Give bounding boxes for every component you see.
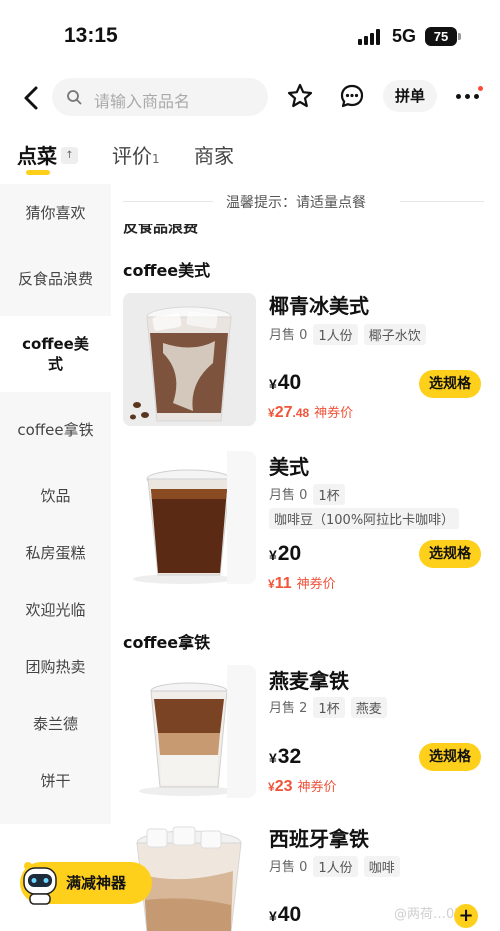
- sidebar-item-welcome[interactable]: 欢迎光临: [0, 582, 111, 638]
- network-type: 5G: [392, 26, 417, 46]
- sidebar-item-guess[interactable]: 猜你喜欢: [0, 184, 111, 242]
- battery-icon: 75: [425, 27, 457, 46]
- sold-count: 月售 0: [269, 488, 308, 503]
- product-tag: 1人份: [313, 856, 358, 877]
- product-tag: 椰子水饮: [363, 324, 426, 345]
- status-bar: 13:15 5G 75: [0, 0, 500, 70]
- back-icon[interactable]: [20, 84, 44, 112]
- sold-count: 月售 0: [269, 328, 308, 343]
- robot-icon: [23, 862, 57, 905]
- notice-text: 温馨提示：请适量点餐: [226, 195, 366, 211]
- sidebar-item-drinks[interactable]: 饮品: [0, 468, 111, 524]
- add-to-cart-button[interactable]: +: [454, 904, 478, 928]
- group-order-button[interactable]: 拼单: [383, 80, 437, 112]
- product-meta: 月售 2 1杯 燕麦: [269, 697, 387, 718]
- category-heading: coffee美式: [123, 261, 211, 280]
- divider: [123, 201, 213, 202]
- promo-price: ¥23 神券价: [268, 778, 337, 795]
- search-input[interactable]: 请输入商品名: [52, 78, 268, 116]
- promo-price: ¥11 神券价: [268, 575, 336, 592]
- sidebar-item-tyrande[interactable]: 泰兰德: [0, 696, 111, 752]
- select-spec-button[interactable]: 选规格: [419, 540, 481, 568]
- sold-count: 月售 2: [269, 701, 308, 716]
- more-icon[interactable]: [456, 86, 484, 106]
- product-tag: 咖啡: [363, 856, 400, 877]
- sidebar-item-cakes[interactable]: 私房蛋糕: [0, 524, 111, 582]
- sidebar-item-group-buy[interactable]: 团购热卖: [0, 638, 111, 696]
- product-image[interactable]: [123, 665, 256, 798]
- product-tag: 咖啡豆（100%阿拉比卡咖啡）: [269, 508, 460, 529]
- product-tag: 1杯: [313, 697, 345, 718]
- status-time: 13:15: [64, 24, 118, 47]
- product-price: ¥40: [269, 903, 302, 926]
- product-image[interactable]: [123, 293, 256, 426]
- select-spec-button[interactable]: 选规格: [419, 743, 481, 771]
- tab-reviews[interactable]: 评价1: [112, 140, 160, 169]
- product-price: ¥32: [269, 745, 302, 768]
- chat-icon[interactable]: [338, 82, 366, 110]
- product-image[interactable]: [123, 451, 256, 584]
- promo-price: ¥27.48 神券价: [268, 404, 354, 421]
- sold-count: 月售 0: [269, 860, 308, 875]
- tab-reviews-label: 评价: [112, 144, 152, 168]
- tab-underline: [26, 170, 50, 175]
- select-spec-button[interactable]: 选规格: [419, 370, 481, 398]
- product-name[interactable]: 椰青冰美式: [269, 290, 369, 319]
- search-placeholder: 请输入商品名: [94, 92, 191, 111]
- tab-reviews-count: 1: [152, 152, 160, 166]
- category-heading: coffee拿铁: [123, 633, 211, 652]
- tab-merchant[interactable]: 商家: [194, 140, 234, 169]
- watermark: @两荷…02: [394, 907, 463, 922]
- partial-category-heading: 反食品浪费: [123, 224, 199, 236]
- product-meta-line2: 咖啡豆（100%阿拉比卡咖啡）: [269, 508, 460, 529]
- sidebar-item-latte[interactable]: coffee拿铁: [0, 392, 111, 468]
- divider: [400, 201, 484, 202]
- sidebar-item-biscuits[interactable]: 饼干: [0, 752, 111, 810]
- category-sidebar: 猜你喜欢 反食品浪费 coffee美式 coffee拿铁 饮品 私房蛋糕 欢迎光…: [0, 184, 111, 824]
- star-icon[interactable]: [286, 82, 314, 110]
- product-name[interactable]: 美式: [269, 451, 309, 480]
- discount-helper-label: 满减神器: [66, 874, 127, 892]
- product-meta: 月售 0 1人份 椰子水饮: [269, 324, 426, 345]
- battery-tip: [458, 33, 461, 40]
- product-tag: 燕麦: [350, 697, 387, 718]
- sidebar-item-americano[interactable]: coffee美式: [0, 316, 111, 392]
- search-header: 请输入商品名 拼单: [0, 76, 500, 120]
- search-icon: [67, 90, 82, 105]
- product-tag: 1人份: [313, 324, 358, 345]
- tab-order[interactable]: 点菜: [17, 140, 57, 169]
- tab-bar: 点菜 ↑ 评价1 商家: [0, 136, 500, 176]
- sidebar-item-anti-waste[interactable]: 反食品浪费: [0, 242, 111, 316]
- signal-icon: [358, 29, 382, 45]
- product-meta: 月售 0 1人份 咖啡: [269, 856, 400, 877]
- product-price: ¥20: [269, 542, 302, 565]
- product-meta: 月售 0 1杯: [269, 484, 345, 505]
- sort-badge-icon: ↑: [61, 147, 78, 164]
- product-name[interactable]: 西班牙拿铁: [269, 823, 369, 852]
- product-price: ¥40: [269, 371, 302, 394]
- product-tag: 1杯: [313, 484, 345, 505]
- product-name[interactable]: 燕麦拿铁: [269, 665, 349, 694]
